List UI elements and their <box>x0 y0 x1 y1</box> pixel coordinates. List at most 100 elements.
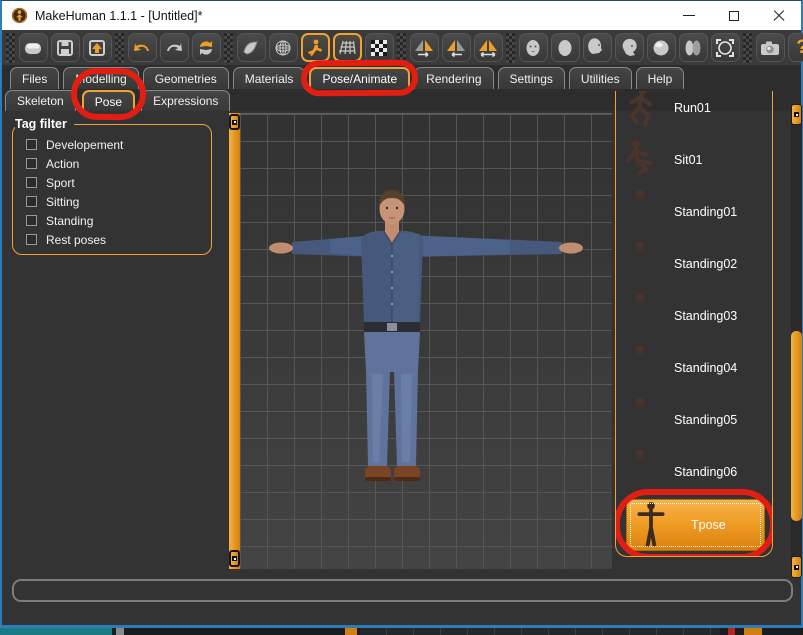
tag-filter-option-sitting[interactable]: Sitting <box>26 192 204 211</box>
view-bottom-button[interactable] <box>679 33 708 62</box>
checkbox-icon[interactable] <box>26 177 37 188</box>
scrollbar-top-grip[interactable] <box>791 104 802 125</box>
toolbar-separator <box>743 33 752 63</box>
tab-modelling[interactable]: Modelling <box>63 67 138 89</box>
scrollbar-thumb[interactable] <box>791 331 802 521</box>
tag-filter-option-rest-poses[interactable]: Rest poses <box>26 230 204 249</box>
view-bottom-icon <box>683 38 703 58</box>
undo-button[interactable] <box>128 33 157 62</box>
grid-icon <box>337 38 357 58</box>
maximize-icon <box>729 11 739 21</box>
checkbox-icon[interactable] <box>26 158 37 169</box>
pose-thumbnail-standing <box>622 395 658 445</box>
show-pose-skeleton-button[interactable] <box>301 33 330 62</box>
tab-files[interactable]: Files <box>10 67 59 89</box>
pose-item-standing01[interactable]: Standing01 <box>622 186 768 238</box>
checkbox-icon[interactable] <box>26 215 37 226</box>
tag-filter-option-developement[interactable]: Developement <box>26 135 204 154</box>
symmetry-both-icon <box>477 38 499 58</box>
toolbar-separator <box>224 33 233 63</box>
load-file-icon <box>87 38 107 58</box>
pose-thumbnail-run <box>622 91 658 133</box>
minimize-icon <box>683 15 695 16</box>
grip-dot-icon <box>232 556 237 561</box>
slider-bottom-grip[interactable] <box>229 550 240 567</box>
tab-utilities[interactable]: Utilities <box>569 67 632 89</box>
pose-thumbnail-standing <box>622 187 658 237</box>
checkbox-icon[interactable] <box>26 196 37 207</box>
symmetry-both-button[interactable] <box>474 33 503 62</box>
maximize-button[interactable] <box>711 1 756 30</box>
pose-figure-icon <box>305 38 325 58</box>
pose-thumbnail-sit <box>622 135 658 185</box>
pose-item-standing04[interactable]: Standing04 <box>622 342 768 394</box>
tab-settings[interactable]: Settings <box>498 67 565 89</box>
grip-dot-icon <box>232 120 237 125</box>
checkbox-icon[interactable] <box>26 234 37 245</box>
reset-icon <box>196 38 216 58</box>
pose-item-run01[interactable]: Run01 <box>622 91 768 134</box>
tag-filter-option-sport[interactable]: Sport <box>26 173 204 192</box>
tab-pose-animate[interactable]: Pose/Animate <box>309 67 410 89</box>
pose-thumbnail-standing <box>622 239 658 289</box>
reset-mesh-button[interactable] <box>192 33 221 62</box>
pose-item-standing03[interactable]: Standing03 <box>622 290 768 342</box>
symmetry-left-icon <box>445 38 467 58</box>
pose-item-sit01[interactable]: Sit01 <box>622 134 768 186</box>
load-file-button[interactable] <box>83 33 112 62</box>
show-grid-button[interactable] <box>333 33 362 62</box>
slider-top-grip[interactable] <box>229 114 240 130</box>
tag-filter-option-standing[interactable]: Standing <box>26 211 204 230</box>
subtab-skeleton[interactable]: Skeleton <box>5 90 76 111</box>
symmetry-left-button[interactable] <box>442 33 471 62</box>
checkbox-icon[interactable] <box>26 139 37 150</box>
view-top-button[interactable] <box>647 33 676 62</box>
camera-icon <box>759 38 781 58</box>
redo-icon <box>163 38 185 58</box>
help-button[interactable]: ? <box>788 33 803 62</box>
pose-item-tpose-selected[interactable]: Tpose <box>626 499 765 551</box>
symmetry-right-button[interactable] <box>410 33 439 62</box>
minimize-button[interactable] <box>666 1 711 30</box>
scrollbar-bottom-grip[interactable] <box>791 556 802 578</box>
close-button[interactable] <box>756 1 801 30</box>
app-logo-icon <box>11 7 28 24</box>
focus-view-button[interactable] <box>711 33 740 62</box>
tab-help[interactable]: Help <box>636 67 685 89</box>
toolbar: ? <box>2 30 801 65</box>
subtab-expressions[interactable]: Expressions <box>141 90 230 111</box>
new-file-button[interactable] <box>19 33 48 62</box>
view-left-button[interactable] <box>583 33 612 62</box>
smooth-shading-button[interactable] <box>237 33 266 62</box>
pose-list-scrollbar[interactable] <box>791 104 802 578</box>
wireframe-button[interactable] <box>269 33 298 62</box>
view-front-button[interactable] <box>519 33 548 62</box>
focus-icon <box>715 38 735 58</box>
view-back-button[interactable] <box>551 33 580 62</box>
pose-item-standing06[interactable]: Standing06 <box>622 446 768 498</box>
help-icon: ? <box>796 38 803 57</box>
tab-materials[interactable]: Materials <box>233 67 306 89</box>
redo-button[interactable] <box>160 33 189 62</box>
pose-thumbnail-standing <box>622 447 658 497</box>
save-file-icon <box>55 38 75 58</box>
wireframe-icon <box>273 38 293 58</box>
view-top-icon <box>651 38 671 58</box>
pose-thumbnail-standing <box>622 343 658 393</box>
tab-geometries[interactable]: Geometries <box>143 67 229 89</box>
pose-item-standing02[interactable]: Standing02 <box>622 238 768 290</box>
checker-icon <box>369 38 389 58</box>
tag-filter-option-action[interactable]: Action <box>26 154 204 173</box>
pose-library-panel: Run01 Sit01 Standing01 Standing02 Standi… <box>615 91 773 557</box>
viewport-left-slider[interactable] <box>229 113 240 569</box>
view-right-button[interactable] <box>615 33 644 62</box>
view-left-icon <box>587 38 607 58</box>
subtab-pose[interactable]: Pose <box>82 90 135 111</box>
viewport-3d[interactable] <box>240 113 612 569</box>
grip-dot-icon <box>794 565 799 570</box>
pose-item-standing05[interactable]: Standing05 <box>622 394 768 446</box>
background-checker-button[interactable] <box>365 33 394 62</box>
grab-screenshot-button[interactable] <box>756 33 785 62</box>
save-file-button[interactable] <box>51 33 80 62</box>
tab-rendering[interactable]: Rendering <box>414 67 493 89</box>
